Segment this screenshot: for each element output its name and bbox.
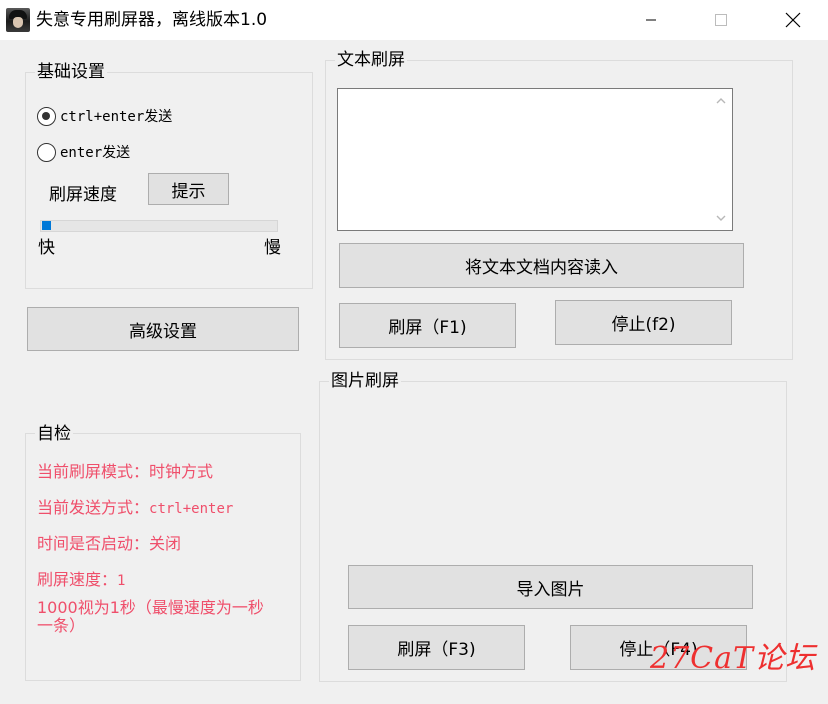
radio-ctrl-enter-indicator[interactable] <box>37 106 56 126</box>
scroll-down-icon[interactable] <box>715 212 727 224</box>
radio-enter[interactable]: enter发送 <box>37 142 130 162</box>
minimize-icon <box>646 19 656 21</box>
forum-watermark: 27CaT论坛 <box>650 641 817 676</box>
text-scrollbar[interactable] <box>710 89 732 230</box>
radio-ctrl-enter-label: ctrl+enter发送 <box>60 109 173 125</box>
scroll-up-icon[interactable] <box>715 95 727 107</box>
text-spam-label: 文本刷屏 <box>335 49 407 71</box>
hint-button[interactable]: 提示 <box>148 173 229 205</box>
import-image-button[interactable]: 导入图片 <box>348 565 753 609</box>
timer-status-text: 时间是否启动：关闭 <box>37 534 182 553</box>
minimize-button[interactable] <box>628 0 674 40</box>
self-check-label: 自检 <box>35 423 73 445</box>
slider-slow-label: 慢 <box>264 238 281 258</box>
load-text-file-button[interactable]: 将文本文档内容读入 <box>339 243 744 288</box>
spam-text-value[interactable] <box>342 92 708 227</box>
image-spam-button[interactable]: 刷屏（F3) <box>348 625 525 670</box>
text-spam-button[interactable]: 刷屏（F1) <box>339 303 516 348</box>
avatar-app-icon <box>6 8 30 32</box>
send-mode-status: 当前发送方式：ctrl+enter <box>37 498 233 519</box>
radio-ctrl-enter[interactable]: ctrl+enter发送 <box>37 106 172 126</box>
maximize-button[interactable] <box>698 0 744 40</box>
close-icon <box>785 12 801 28</box>
send-mode-value: ctrl+enter <box>149 501 234 517</box>
maximize-icon <box>715 14 727 26</box>
radio-enter-indicator[interactable] <box>37 142 56 162</box>
text-stop-button[interactable]: 停止(f2) <box>555 300 732 345</box>
image-spam-label: 图片刷屏 <box>329 370 401 392</box>
window-title: 失意专用刷屏器，离线版本1.0 <box>36 10 268 30</box>
speed-status: 刷屏速度：1 <box>37 570 125 591</box>
speed-status-prefix: 刷屏速度： <box>37 570 118 589</box>
spam-text-input[interactable] <box>337 88 733 231</box>
speed-slider-track[interactable] <box>40 220 278 232</box>
radio-enter-label: enter发送 <box>60 145 131 161</box>
speed-label: 刷屏速度 <box>49 185 117 205</box>
mode-status-text: 当前刷屏模式：时钟方式 <box>37 462 214 481</box>
speed-slider-thumb[interactable] <box>42 221 51 230</box>
speed-note-line-2: 一条） <box>37 616 86 635</box>
speed-status-value: 1 <box>117 573 126 589</box>
basic-settings-label: 基础设置 <box>35 61 107 83</box>
advanced-settings-button[interactable]: 高级设置 <box>27 307 299 351</box>
slider-fast-label: 快 <box>38 238 55 258</box>
close-button[interactable] <box>770 0 816 40</box>
speed-note-line-1: 1000视为1秒（最慢速度为一秒 <box>37 598 264 617</box>
send-mode-prefix: 当前发送方式： <box>37 498 150 517</box>
